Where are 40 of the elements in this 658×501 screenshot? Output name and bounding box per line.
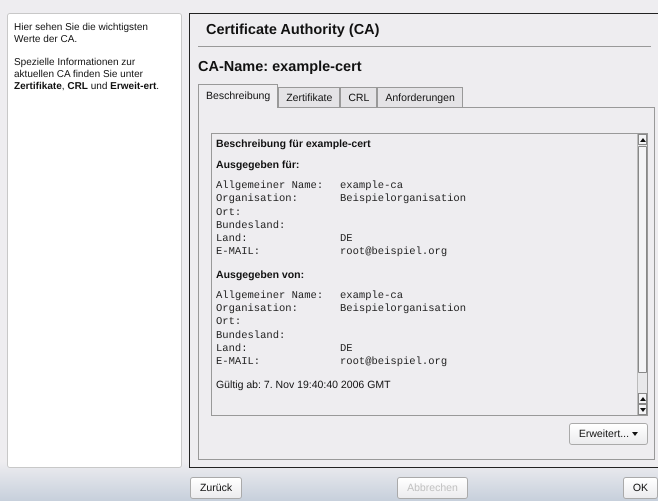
dialog-button[interactable]: OK [622, 476, 658, 498]
field-label: Bundesland: [216, 220, 286, 233]
field-label: Land: [216, 233, 249, 246]
help-text: Hier sehen Sie die wichtigsten Werte der CA. [14, 22, 149, 46]
scroll-down-icon [640, 408, 646, 412]
field-value: DE [340, 233, 354, 246]
tab[interactable]: Zertifikate [278, 87, 340, 107]
field-value: Beispielorganisation [340, 303, 468, 316]
field-label: Organisation: [216, 193, 299, 207]
field-label: Organisation: [216, 303, 299, 316]
field-value: root@beispiel.org [340, 246, 448, 260]
ca-name-heading: CA-Name: example-cert [198, 59, 363, 75]
section-heading: Ausgegeben für: [216, 159, 300, 171]
field-label: Ort: [216, 316, 242, 330]
field-value: DE [340, 342, 354, 356]
tab[interactable]: CRL [340, 87, 378, 107]
help-text: Spezielle Informationen zur aktuellen CA finden Sie unter Zertifikate, CRL und Erweit-ert. [14, 57, 160, 93]
field-label: Allgemeiner Name: [216, 290, 324, 303]
scrollbar[interactable] [637, 134, 647, 415]
page-title: Certificate Authority (CA) [198, 20, 651, 47]
field-label: Allgemeiner Name: [216, 180, 324, 193]
scroll-up-icon [640, 396, 646, 400]
field-label: E-MAIL: [216, 356, 262, 370]
caret-icon [632, 432, 638, 436]
field-label: E-MAIL: [216, 246, 262, 260]
section-heading: Ausgegeben von: [216, 268, 306, 281]
validity-text: Gültig ab: 7. Nov 19:40:40 2006 GMT [216, 378, 392, 391]
scroll-up-icon [640, 138, 646, 142]
field-value: root@beispiel.org [340, 356, 448, 370]
dialog-button[interactable]: Zurück [190, 476, 242, 498]
field-label: Bundesland: [216, 330, 286, 343]
field-value: example-ca [340, 180, 404, 193]
field-label: Land: [216, 342, 249, 356]
advanced-button[interactable]: Erweitert... [568, 423, 648, 445]
field-value: example-ca [340, 290, 404, 303]
description-heading: Beschreibung für example-cert [216, 138, 372, 150]
tab[interactable]: Beschreibung [198, 84, 278, 108]
field-value: Beispielorganisation [340, 193, 468, 207]
field-label: Ort: [216, 206, 242, 220]
tab[interactable]: Anforderungen [377, 87, 463, 107]
